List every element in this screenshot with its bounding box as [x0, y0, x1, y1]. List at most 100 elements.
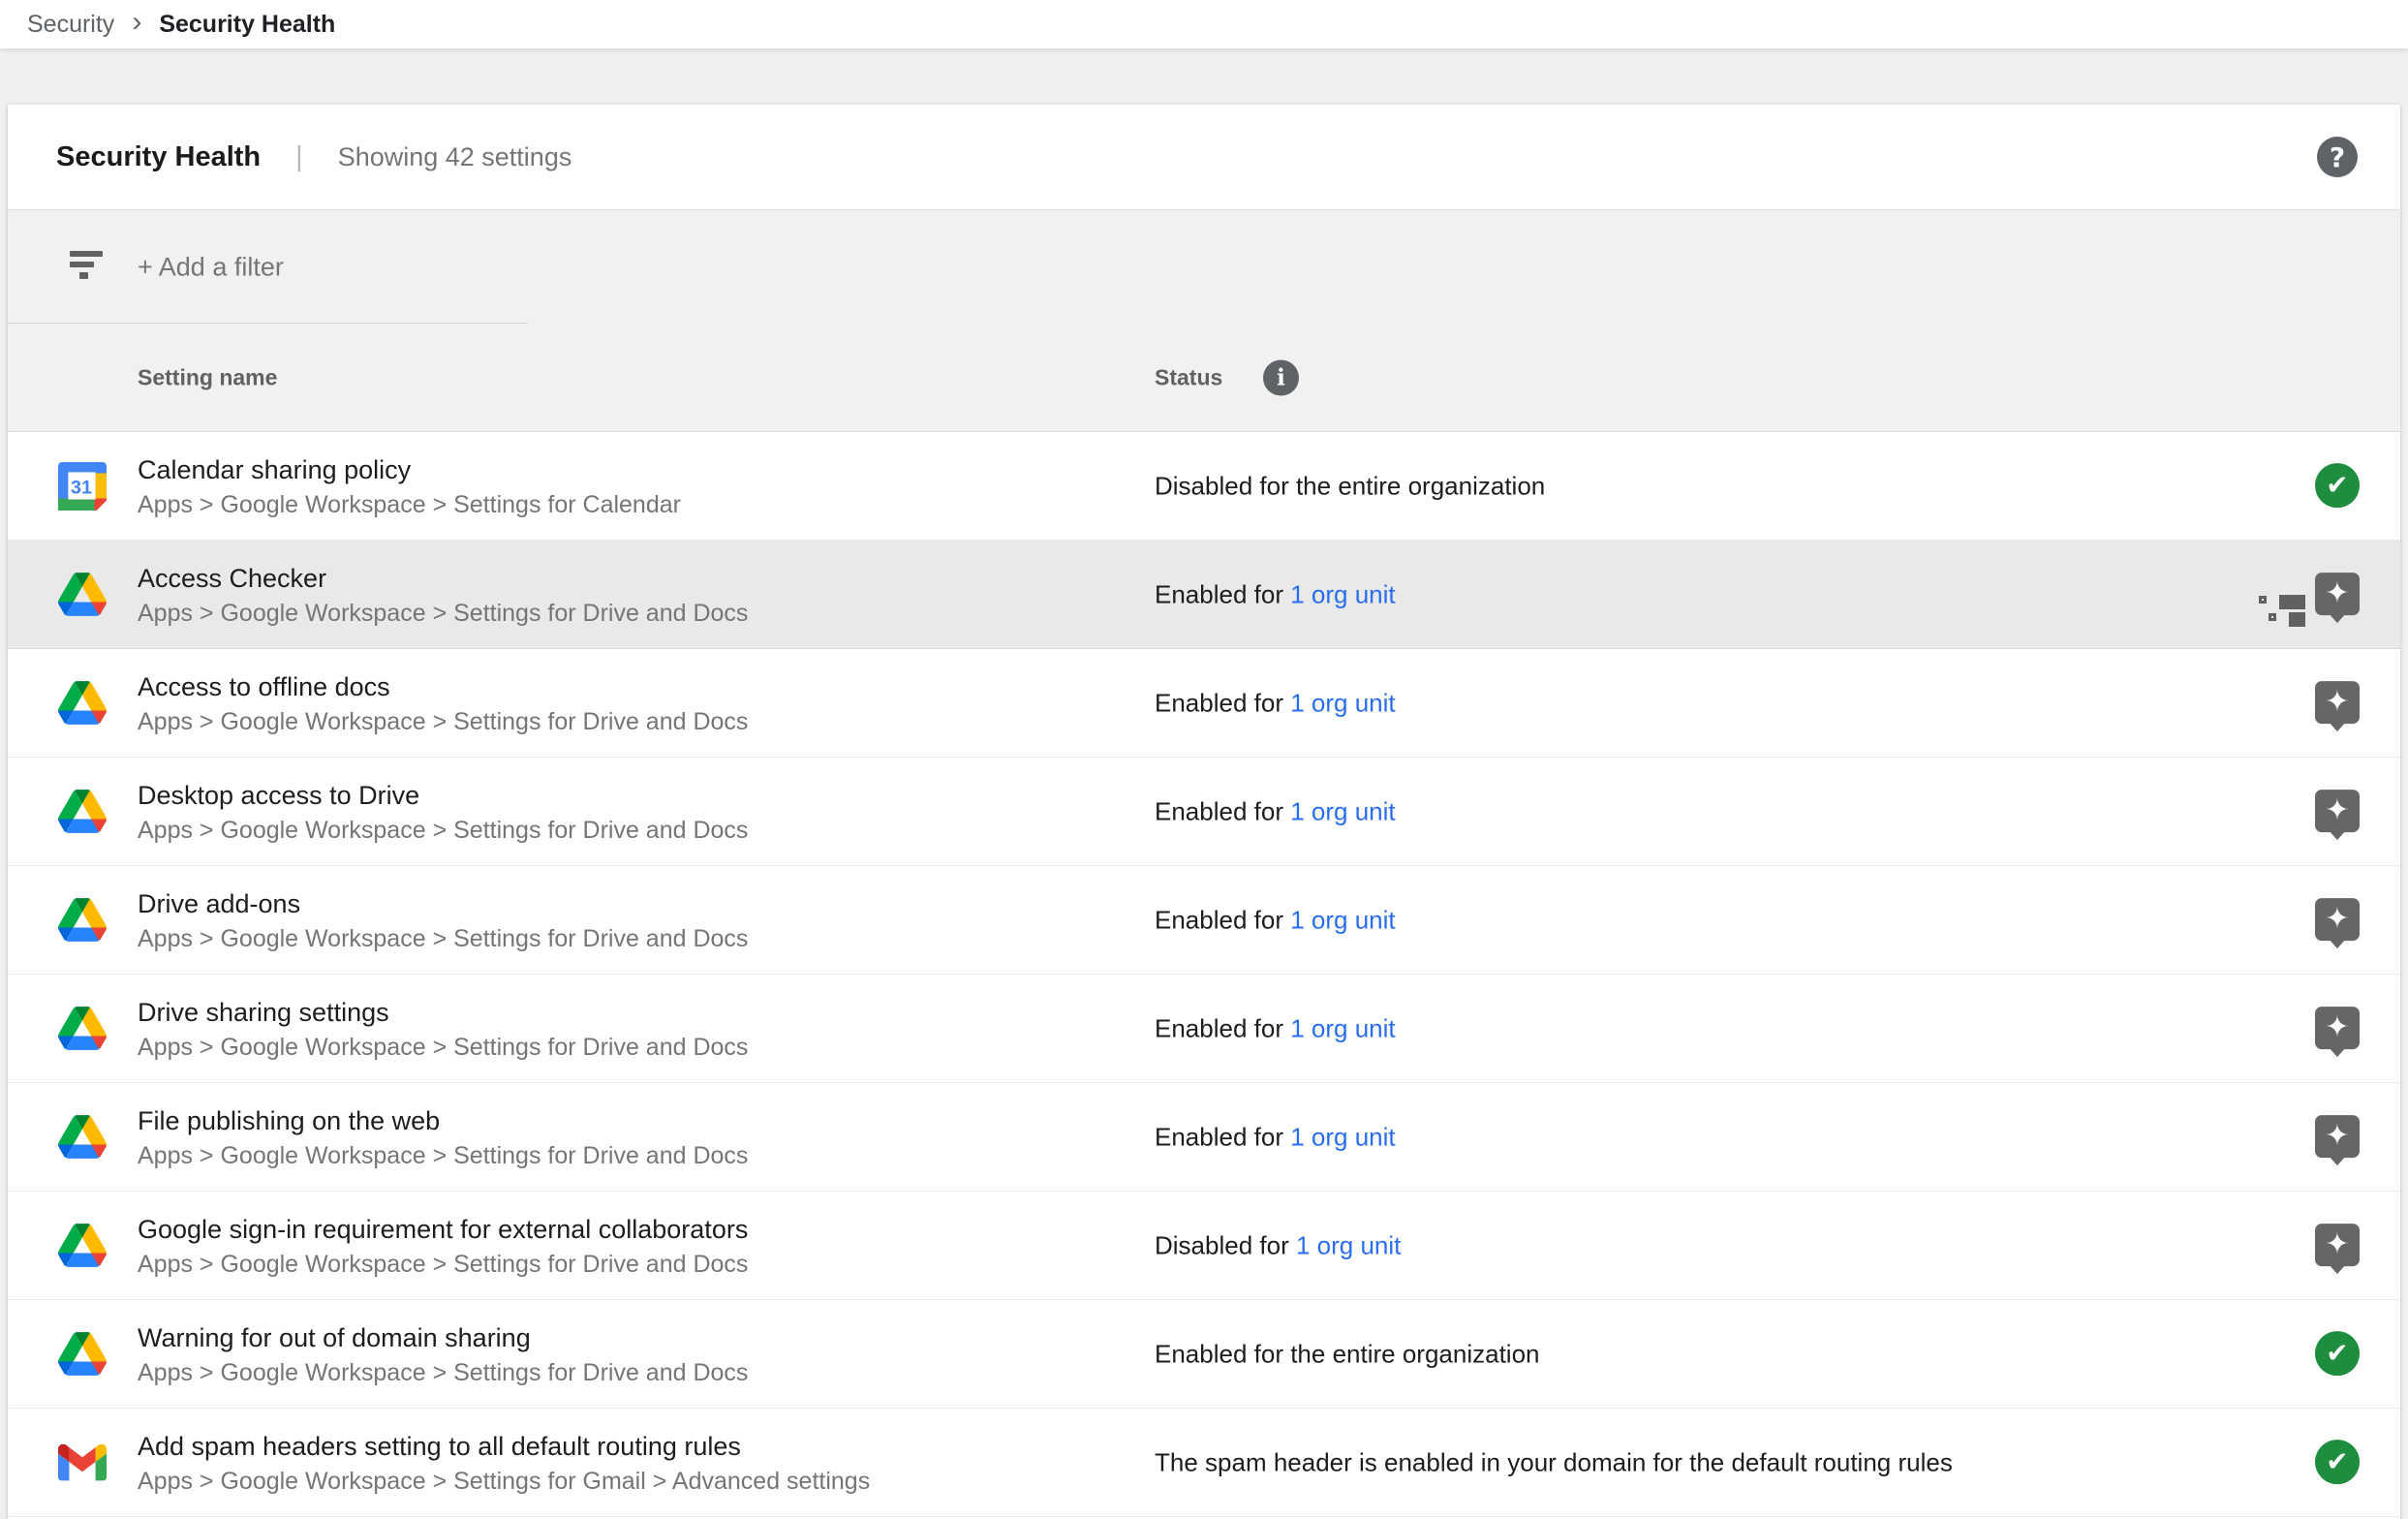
status-info-icon[interactable]: i — [1263, 359, 1299, 395]
row-action-slot: ✦ ✔ — [2315, 1115, 2360, 1158]
table-row[interactable]: 31 Warning for out of domain sharin — [8, 1300, 2400, 1409]
app-icon-slot: 31 — [58, 1439, 107, 1487]
status-text: Disabled for the entire organization — [1155, 471, 1545, 500]
filter-row: + Add a filter — [8, 210, 2400, 324]
recommendation-badge-icon[interactable]: ✦ — [2315, 1224, 2360, 1266]
setting-path: Apps > Google Workspace > Settings for D… — [138, 1139, 748, 1172]
status-cell: Enabled for 1 org unit — [1155, 796, 1396, 826]
app-icon-slot: 31 — [58, 1113, 107, 1162]
org-unit-link[interactable]: 1 org unit — [1290, 688, 1395, 717]
app-icon-slot: 31 — [58, 1330, 107, 1379]
row-action-slot: ✦ ✔ — [2315, 573, 2360, 615]
app-icon-slot: 31 — [58, 571, 107, 619]
org-unit-link[interactable]: 1 org unit — [1296, 1230, 1401, 1259]
status-cell: Disabled for 1 org unit — [1155, 1230, 1401, 1260]
status-cell: Enabled for 1 org unit — [1155, 1122, 1396, 1152]
setting-path: Apps > Google Workspace > Settings for D… — [138, 922, 748, 955]
breadcrumb-security-link[interactable]: Security — [27, 11, 114, 39]
status-text: Enabled for — [1155, 905, 1290, 934]
status-cell: Disabled for the entire organization — [1155, 471, 1545, 501]
drive-icon — [58, 1115, 107, 1159]
table-row[interactable]: 31 Calendar sharing policy Ap — [8, 432, 2400, 541]
filter-icon[interactable] — [70, 251, 105, 280]
setting-text-block: Drive add-ons Apps > Google Workspace > … — [138, 885, 748, 955]
setting-title: Calendar sharing policy — [138, 451, 681, 488]
status-text: Disabled for — [1155, 1230, 1296, 1259]
org-unit-link[interactable]: 1 org unit — [1290, 1122, 1395, 1151]
setting-title: Access Checker — [138, 560, 748, 597]
status-text: Enabled for — [1155, 579, 1290, 608]
recommendation-badge-icon[interactable]: ✦ — [2315, 790, 2360, 832]
row-action-slot: ✦ ✔ — [2315, 681, 2360, 724]
status-text: Enabled for — [1155, 688, 1290, 717]
app-icon-slot: 31 — [58, 462, 107, 511]
setting-text-block: Access to offline docs Apps > Google Wor… — [138, 668, 748, 738]
row-action-slot: ✦ ✔ — [2315, 1007, 2360, 1049]
setting-path: Apps > Google Workspace > Settings for D… — [138, 1248, 748, 1281]
app-icon-slot: 31 — [58, 1005, 107, 1053]
status-cell: Enabled for 1 org unit — [1155, 579, 1396, 609]
setting-path: Apps > Google Workspace > Settings for D… — [138, 597, 748, 630]
org-unit-link[interactable]: 1 org unit — [1290, 905, 1395, 934]
recommendation-badge-icon[interactable]: ✦ — [2315, 1115, 2360, 1158]
drive-icon — [58, 898, 107, 942]
table-row[interactable]: 31 File publishing on the web — [8, 1083, 2400, 1192]
setting-title: Drive add-ons — [138, 885, 748, 922]
setting-title: Add spam headers setting to all default … — [138, 1428, 870, 1465]
setting-title: Warning for out of domain sharing — [138, 1319, 748, 1356]
recommendation-badge-icon[interactable]: ✦ — [2315, 1007, 2360, 1049]
status-cell: Enabled for 1 org unit — [1155, 1013, 1396, 1043]
setting-text-block: Add spam headers setting to all default … — [138, 1428, 870, 1498]
gmail-icon — [58, 1444, 107, 1481]
drive-icon — [58, 790, 107, 833]
status-column-header: Status — [1155, 364, 1222, 390]
table-row[interactable]: 31 Desktop access to Drive Ap — [8, 758, 2400, 866]
table-row[interactable]: 31 Add spam headers setting to all — [8, 1409, 2400, 1517]
status-cell: Enabled for the entire organization — [1155, 1339, 1540, 1369]
recommendation-badge-icon[interactable]: ✦ — [2315, 898, 2360, 941]
setting-text-block: Warning for out of domain sharing Apps >… — [138, 1319, 748, 1389]
table-row[interactable]: 31 Access Checker Apps > Goog — [8, 541, 2400, 649]
row-action-slot: ✦ ✔ — [2315, 1440, 2360, 1484]
status-cell: Enabled for 1 org unit — [1155, 905, 1396, 935]
card-header: Security Health | Showing 42 settings ? — [8, 105, 2400, 209]
settings-table-body: 31 Calendar sharing policy Ap — [8, 432, 2400, 1517]
breadcrumb-current-page: Security Health — [159, 11, 335, 39]
setting-text-block: Access Checker Apps > Google Workspace >… — [138, 560, 748, 630]
org-unit-link[interactable]: 1 org unit — [1290, 1013, 1395, 1042]
filter-and-header-band: + Add a filter Setting name Status i — [8, 209, 2400, 432]
table-row[interactable]: 31 Drive add-ons Apps > Googl — [8, 866, 2400, 975]
status-text: Enabled for — [1155, 1122, 1290, 1151]
status-cell: Enabled for 1 org unit — [1155, 688, 1396, 718]
app-icon-slot: 31 — [58, 679, 107, 728]
setting-title: Google sign-in requirement for external … — [138, 1211, 748, 1248]
settings-count-label: Showing 42 settings — [338, 142, 572, 172]
row-action-slot: ✦ ✔ — [2315, 463, 2360, 508]
help-icon[interactable]: ? — [2317, 137, 2358, 177]
org-unit-link[interactable]: 1 org unit — [1290, 796, 1395, 825]
status-text: The spam header is enabled in your domai… — [1155, 1447, 1953, 1476]
status-ok-icon: ✔ — [2315, 1331, 2360, 1376]
table-row[interactable]: 31 Google sign-in requirement for e — [8, 1192, 2400, 1300]
status-cell: The spam header is enabled in your domai… — [1155, 1447, 1953, 1477]
header-separator: | — [295, 141, 303, 173]
row-action-slot: ✦ ✔ — [2315, 898, 2360, 941]
setting-path: Apps > Google Workspace > Settings for D… — [138, 1356, 748, 1389]
add-filter-button[interactable]: + Add a filter — [138, 252, 284, 282]
app-icon-slot: 31 — [58, 896, 107, 945]
recommendation-badge-icon[interactable]: ✦ — [2315, 681, 2360, 724]
setting-text-block: File publishing on the web Apps > Google… — [138, 1102, 748, 1172]
table-row[interactable]: 31 Drive sharing settings App — [8, 975, 2400, 1083]
setting-title: Desktop access to Drive — [138, 777, 748, 814]
drive-icon — [58, 1224, 107, 1267]
org-unit-link[interactable]: 1 org unit — [1290, 579, 1395, 608]
status-ok-icon: ✔ — [2315, 1440, 2360, 1484]
table-column-headers: Setting name Status i — [8, 324, 2400, 431]
setting-path: Apps > Google Workspace > Settings for G… — [138, 1465, 870, 1498]
drive-icon — [58, 1007, 107, 1050]
drive-icon — [58, 1332, 107, 1376]
table-row[interactable]: 31 Access to offline docs App — [8, 649, 2400, 758]
setting-path: Apps > Google Workspace > Settings for D… — [138, 814, 748, 847]
recommendation-badge-icon[interactable]: ✦ — [2315, 573, 2360, 615]
row-action-slot: ✦ ✔ — [2315, 1224, 2360, 1266]
